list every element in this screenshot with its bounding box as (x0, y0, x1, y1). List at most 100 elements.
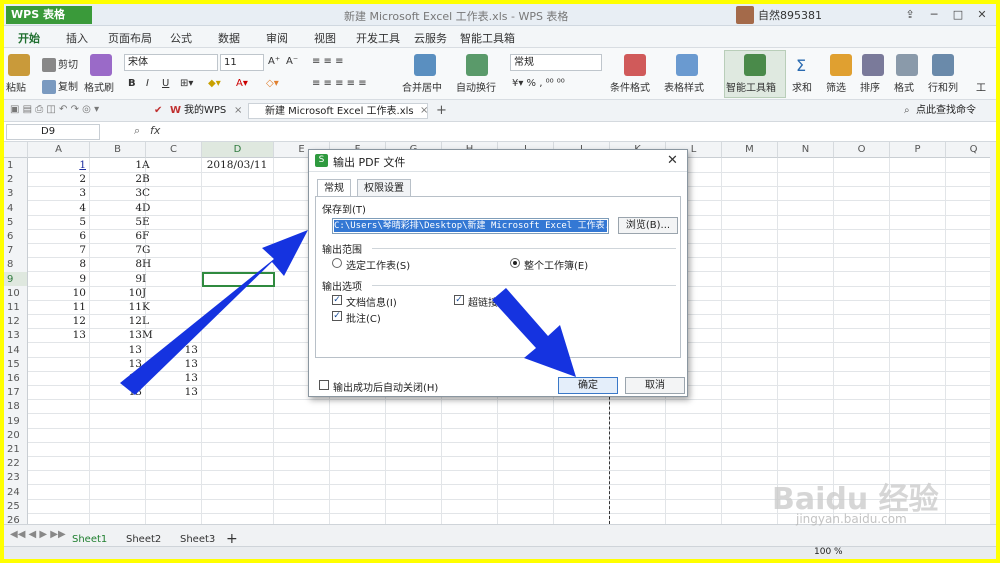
smart-toolbox-button[interactable]: 智能工具箱 (726, 79, 776, 94)
cell[interactable]: 13 (92, 357, 142, 372)
format-icon[interactable] (896, 54, 918, 76)
tab-view[interactable]: 视图 (314, 30, 336, 46)
cell[interactable]: 7 (92, 243, 142, 258)
cell[interactable]: 13 (92, 343, 142, 358)
cell[interactable]: 3 (92, 186, 142, 201)
sheet-nav-icon[interactable]: ◀◀ ◀ ▶ ▶▶ (10, 529, 66, 540)
cell[interactable]: 13 (148, 385, 198, 400)
doc-tab[interactable]: 新建 Microsoft Excel 工作表.xls (248, 103, 428, 119)
tab-smart-toolbox[interactable]: 智能工具箱 (460, 30, 515, 46)
sum-button[interactable]: 求和 (792, 79, 812, 94)
format-painter-button[interactable]: 格式刷 (84, 79, 114, 94)
cell[interactable]: 11 (92, 300, 142, 315)
brush-icon[interactable] (90, 54, 112, 76)
cell[interactable]: 2018/03/11 (204, 158, 270, 173)
tab-developer[interactable]: 开发工具 (356, 30, 400, 46)
cell[interactable]: 8 (30, 257, 86, 272)
tab-page-layout[interactable]: 页面布局 (108, 30, 152, 46)
cell[interactable]: 13 (92, 371, 142, 386)
radio-whole-workbook[interactable] (510, 258, 520, 268)
tab-permissions[interactable]: 权限设置 (357, 179, 411, 196)
name-box[interactable]: D9 (6, 124, 100, 140)
cell[interactable]: K (142, 300, 162, 315)
cell[interactable]: H (142, 257, 162, 272)
cell[interactable]: C (142, 186, 162, 201)
paste-button[interactable]: 粘贴 (6, 79, 26, 94)
cell[interactable]: 11 (30, 300, 86, 315)
cell[interactable]: G (142, 243, 162, 258)
cancel-button[interactable]: 取消 (625, 377, 685, 394)
cell[interactable]: 8 (92, 257, 142, 272)
clear-format-icon[interactable]: ◇▾ (266, 78, 279, 89)
cell[interactable]: 12 (92, 314, 142, 329)
cell[interactable]: 9 (30, 272, 86, 287)
sum-icon[interactable]: Σ (796, 56, 806, 75)
radio-selected-sheets[interactable] (332, 258, 342, 268)
column-header[interactable]: C (146, 142, 202, 158)
doc-tab-close-icon[interactable]: × (420, 103, 428, 119)
quick-tools-icon[interactable]: ▣ ▤ ⎙ ◫ ↶ ↷ ◎ ▾ (10, 104, 99, 115)
cell[interactable]: 4 (30, 201, 86, 216)
tab-data[interactable]: 数据 (218, 30, 240, 46)
sort-button[interactable]: 排序 (860, 79, 880, 94)
cut-button[interactable]: 剪切 (42, 56, 78, 72)
cell[interactable]: 3 (30, 186, 86, 201)
merge-icon[interactable] (414, 54, 436, 76)
row-col-button[interactable]: 行和列 (928, 79, 958, 94)
cell[interactable]: 5 (30, 215, 86, 230)
browse-button[interactable]: 浏览(B)... (618, 217, 678, 234)
wrap-text-button[interactable]: 自动换行 (456, 79, 496, 94)
cond-format-button[interactable]: 条件格式 (610, 79, 650, 94)
decrease-font-icon[interactable]: A⁻ (286, 56, 298, 67)
cell[interactable]: M (142, 328, 162, 343)
selected-cell-d9[interactable] (202, 271, 275, 287)
cell[interactable]: 2 (92, 172, 142, 187)
sheet-button[interactable]: 工 (976, 79, 986, 94)
sheet-tab-1[interactable]: Sheet1 (72, 534, 107, 545)
tab-review[interactable]: 审阅 (266, 30, 288, 46)
cell[interactable]: A (142, 158, 162, 173)
cell[interactable]: 13 (92, 385, 142, 400)
cell[interactable]: F (142, 229, 162, 244)
dialog-close-icon[interactable]: ✕ (667, 153, 678, 168)
cell[interactable]: 13 (148, 357, 198, 372)
checkbox-docinfo[interactable]: ✓ (332, 295, 342, 305)
font-size-select[interactable]: 11 (220, 54, 264, 71)
cell[interactable]: E (142, 215, 162, 230)
tab-general[interactable]: 常规 (317, 179, 351, 197)
select-all-corner[interactable] (4, 142, 28, 158)
align-left-icon[interactable]: ≡ ≡ ≡ ≡ ≡ (312, 78, 367, 89)
column-header[interactable]: Q (946, 142, 990, 158)
paste-icon[interactable] (8, 54, 30, 76)
align-top-icon[interactable]: ≡ ≡ ≡ (312, 56, 344, 67)
column-header[interactable]: B (90, 142, 146, 158)
wrap-icon[interactable] (466, 54, 488, 76)
path-input[interactable]: C:\Users\琴晴彩排\Desktop\新建 Microsoft Excel… (332, 218, 609, 234)
toolbox-icon[interactable] (744, 54, 766, 76)
column-header[interactable]: D (202, 142, 274, 158)
vertical-scrollbar[interactable] (990, 142, 996, 524)
cell[interactable]: L (142, 314, 162, 329)
underline-button[interactable]: U (162, 78, 169, 89)
merge-center-button[interactable]: 合并居中 (402, 79, 442, 94)
cell[interactable]: 13 (148, 371, 198, 386)
font-color-icon[interactable]: A▾ (236, 78, 248, 89)
tab-close-icon[interactable]: × (234, 103, 242, 119)
table-style-icon[interactable] (676, 54, 698, 76)
number-format-select[interactable]: 常规 (510, 54, 602, 71)
checkbox-close-after[interactable] (319, 380, 329, 390)
row-header[interactable]: 26 (4, 513, 28, 524)
cell[interactable]: B (142, 172, 162, 187)
increase-font-icon[interactable]: A⁺ (268, 56, 280, 67)
app-menu-button[interactable]: WPS 表格 (6, 6, 92, 24)
new-tab-icon[interactable]: + (436, 103, 447, 119)
fill-color-icon[interactable]: ◆▾ (208, 78, 221, 89)
cell[interactable]: 7 (30, 243, 86, 258)
cell[interactable]: 10 (92, 286, 142, 301)
maximize-icon[interactable]: □ (950, 7, 966, 23)
column-header[interactable]: M (722, 142, 778, 158)
restore-icon[interactable]: ⇪ (902, 7, 918, 23)
italic-button[interactable]: I (146, 78, 149, 89)
tab-home[interactable]: 开始 (18, 30, 40, 46)
cell[interactable]: 13 (148, 343, 198, 358)
